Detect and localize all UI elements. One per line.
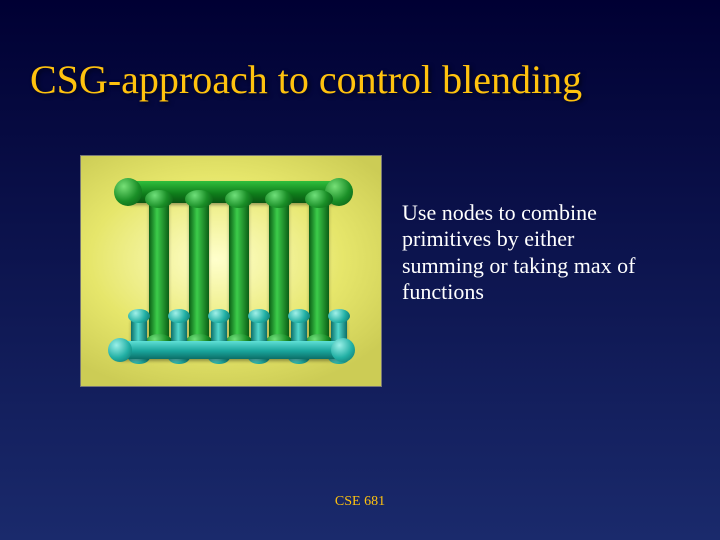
slide: CSG-approach to control blending Use nod… — [0, 0, 720, 540]
green-column — [229, 196, 249, 346]
slide-body-text: Use nodes to combine primitives by eithe… — [382, 155, 652, 306]
green-column — [189, 196, 209, 346]
green-column — [269, 196, 289, 346]
csg-illustration — [80, 155, 382, 387]
content-area: Use nodes to combine primitives by eithe… — [0, 100, 720, 387]
title-area: CSG-approach to control blending — [0, 0, 720, 100]
teal-bottom-bar — [114, 341, 349, 359]
green-column — [309, 196, 329, 346]
green-column — [149, 196, 169, 346]
slide-title: CSG-approach to control blending — [30, 60, 690, 100]
slide-footer: CSE 681 — [0, 494, 720, 510]
